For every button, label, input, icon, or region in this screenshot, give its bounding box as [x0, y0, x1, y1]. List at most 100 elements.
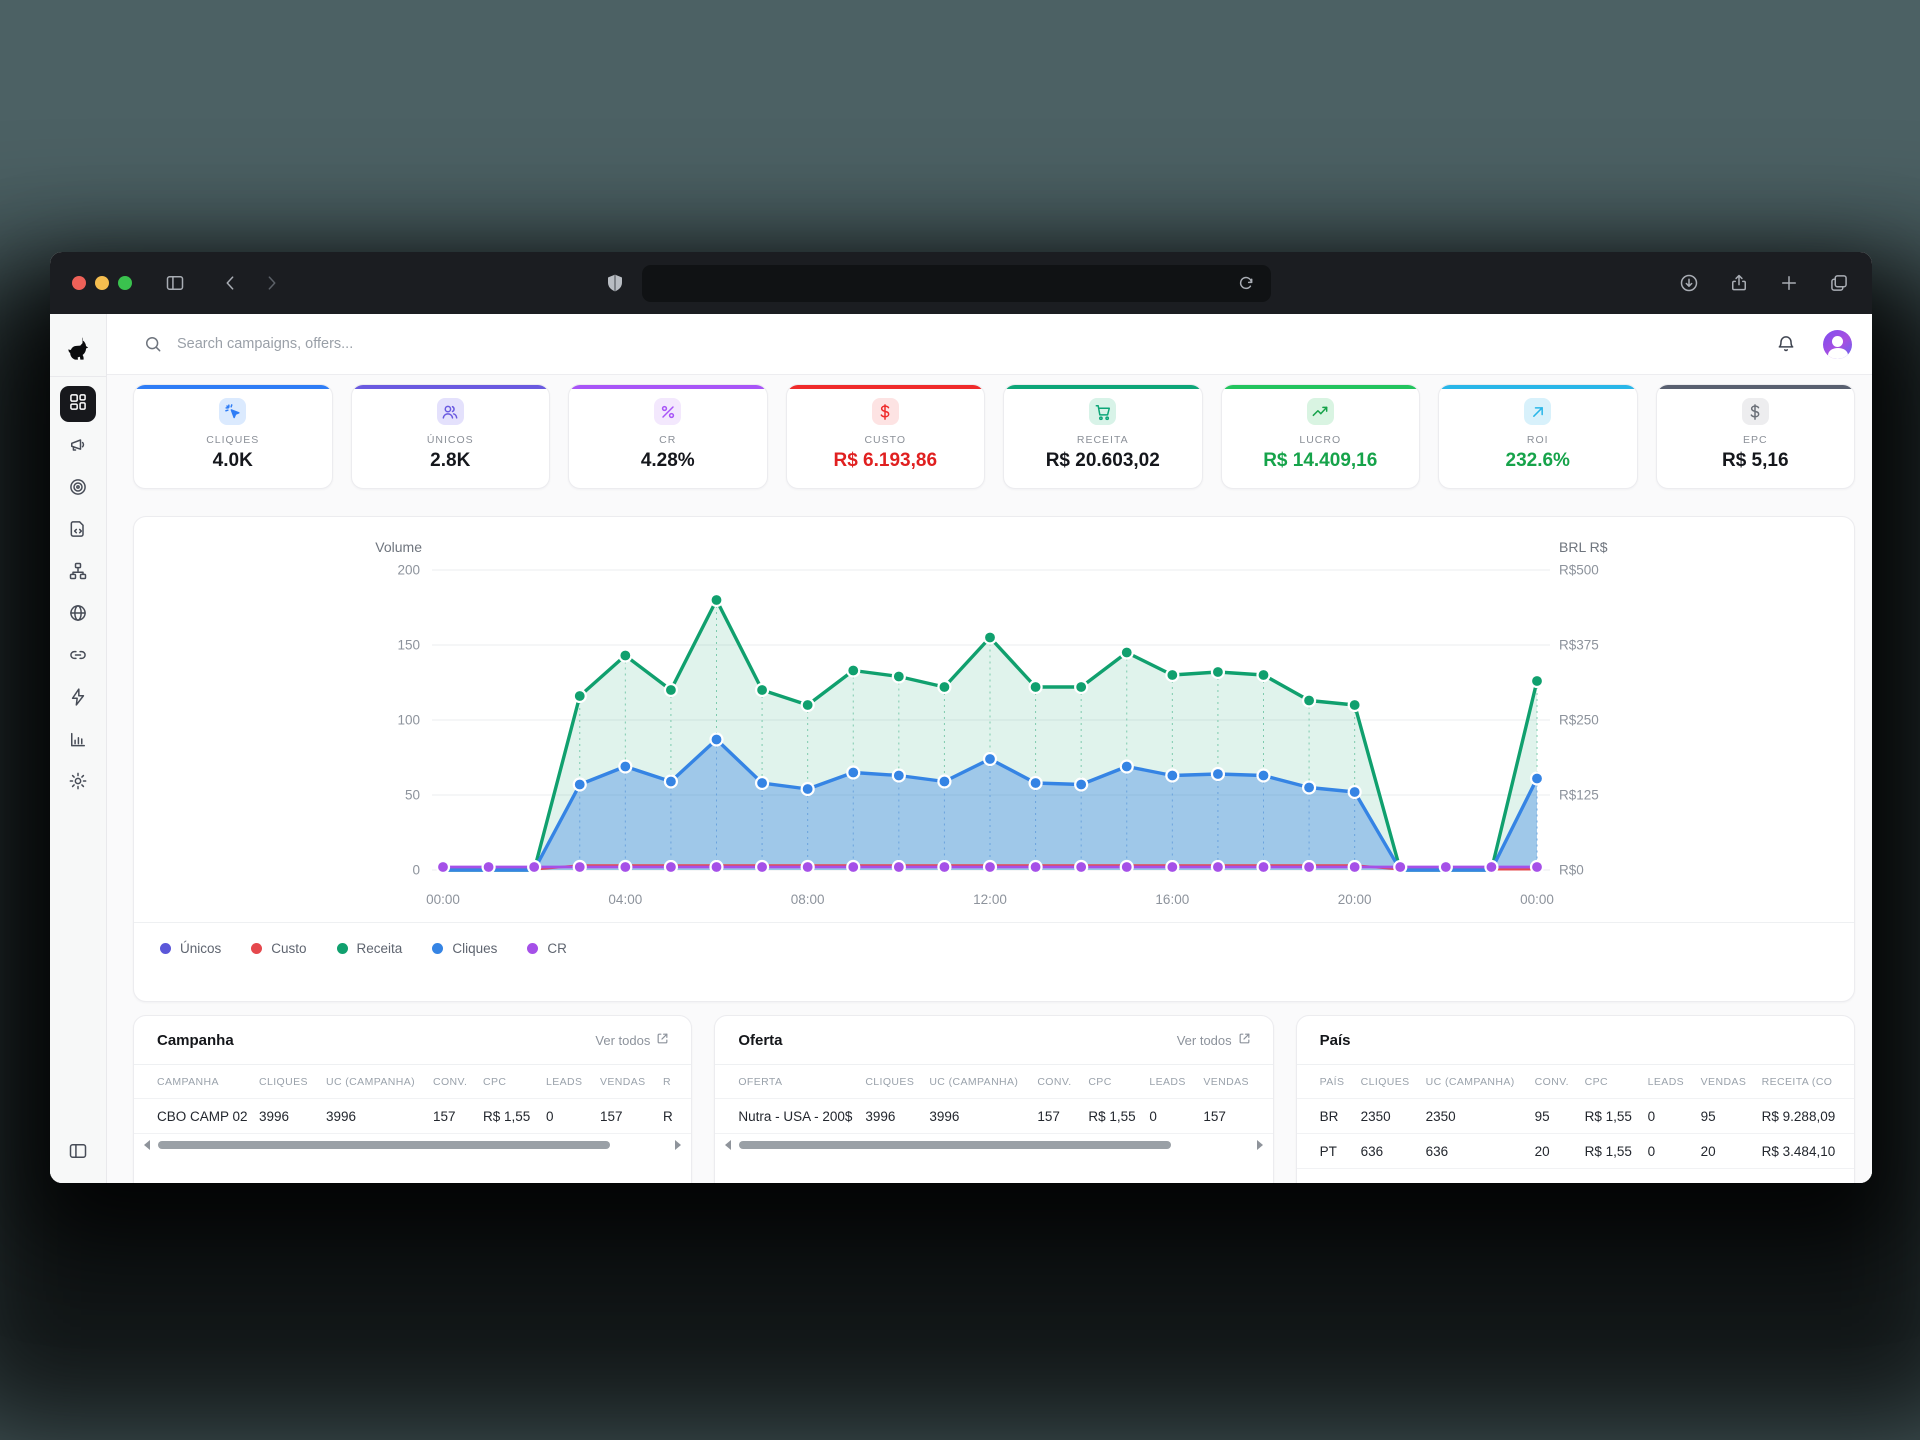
table-row[interactable]: Nutra - USA - 200$39963996157R$ 1,550157: [715, 1099, 1272, 1134]
svg-text:0: 0: [412, 863, 420, 878]
bell-icon[interactable]: [1771, 329, 1801, 359]
scrollbar-thumb[interactable]: [158, 1141, 610, 1149]
scroll-left-arrow[interactable]: [725, 1140, 731, 1150]
column-header: LEADS: [546, 1076, 600, 1088]
downloads-icon[interactable]: [1674, 268, 1704, 298]
table-cell: R$ 9.288,09: [1762, 1109, 1854, 1124]
avatar[interactable]: [1823, 330, 1852, 359]
kpi-accent-bar: [1222, 385, 1420, 389]
horizontal-scrollbar[interactable]: [715, 1134, 1272, 1150]
kpi-card-roi[interactable]: ROI232.6%: [1438, 384, 1638, 489]
address-bar[interactable]: [642, 265, 1271, 302]
kpi-card-cr[interactable]: CR4.28%: [568, 384, 768, 489]
reload-icon[interactable]: [1231, 268, 1261, 298]
scroll-right-arrow[interactable]: [1257, 1140, 1263, 1150]
sidebar-toggle-icon[interactable]: [160, 268, 190, 298]
kpi-label: LUCRO: [1299, 434, 1341, 446]
kpi-row: CLIQUES4.0KÚNICOS2.8KCR4.28% CUSTO R$ 6.19…: [133, 384, 1855, 489]
search-input[interactable]: Search campaigns, offers...: [143, 334, 1771, 354]
kpi-card-cliques[interactable]: CLIQUES4.0K: [133, 384, 333, 489]
svg-text:R$0: R$0: [1559, 863, 1584, 878]
scrollbar-thumb[interactable]: [739, 1141, 1170, 1149]
column-header: LEADS: [1149, 1076, 1203, 1088]
table-row[interactable]: PT63663620R$ 1,55020R$ 3.484,10: [1297, 1134, 1854, 1169]
dog-logo[interactable]: [65, 328, 91, 374]
sidebar-item-links[interactable]: [60, 641, 96, 674]
svg-text:150: 150: [397, 638, 420, 653]
close-window-button[interactable]: [72, 276, 86, 290]
table-cell: R$ 1,55: [1585, 1109, 1648, 1124]
table-card-campanha: CampanhaVer todosCAMPANHACLIQUESUC (CAMP…: [133, 1015, 692, 1183]
kpi-card-epc[interactable]: EPCR$ 5,16: [1656, 384, 1856, 489]
sidebar: [50, 314, 107, 1183]
kpi-card-únicos[interactable]: ÚNICOS2.8K: [351, 384, 551, 489]
kpi-label: CUSTO: [864, 434, 906, 446]
svg-text:08:00: 08:00: [791, 892, 825, 907]
sidebar-item-templates[interactable]: [60, 515, 96, 548]
table-cell: 0: [1648, 1144, 1701, 1159]
table-cell: 2350: [1361, 1109, 1426, 1124]
ver-todos-link[interactable]: Ver todos: [595, 1032, 669, 1048]
legend-item-cliques[interactable]: Cliques: [432, 941, 497, 956]
sidebar-item-flows[interactable]: [60, 557, 96, 590]
sidebar-item-analytics[interactable]: [60, 725, 96, 758]
legend-label: Cliques: [452, 941, 497, 956]
zoom-window-button[interactable]: [118, 276, 132, 290]
legend-item-custo[interactable]: Custo: [251, 941, 306, 956]
column-header: CPC: [483, 1076, 546, 1088]
tab-overview-icon[interactable]: [1824, 268, 1854, 298]
kpi-accent-bar: [1657, 385, 1855, 389]
horizontal-scrollbar[interactable]: [134, 1134, 691, 1150]
table-row[interactable]: BR2350235095R$ 1,55095R$ 9.288,09: [1297, 1099, 1854, 1134]
kpi-card-custo[interactable]: CUSTO R$ 6.193,86: [786, 384, 986, 489]
table-row[interactable]: CBO CAMP 0239963996157R$ 1,550157R: [134, 1099, 691, 1134]
minimize-window-button[interactable]: [95, 276, 109, 290]
legend-item-receita[interactable]: Receita: [337, 941, 403, 956]
kpi-card-receita[interactable]: RECEITAR$ 20.603,02: [1003, 384, 1203, 489]
ver-todos-link[interactable]: Ver todos: [1177, 1032, 1251, 1048]
sidebar-collapse-icon[interactable]: [60, 1134, 96, 1167]
sidebar-item-offers[interactable]: [60, 473, 96, 506]
sidebar-item-campaigns[interactable]: [60, 431, 96, 464]
sidebar-item-domains[interactable]: [60, 599, 96, 632]
back-icon[interactable]: [216, 268, 246, 298]
share-icon[interactable]: [1724, 268, 1754, 298]
sidebar-item-dashboard[interactable]: [60, 386, 96, 422]
kpi-card-lucro[interactable]: LUCROR$ 14.409,16: [1221, 384, 1421, 489]
sidebar-item-automation[interactable]: [60, 683, 96, 716]
link-icon: [68, 645, 88, 670]
trend-up-icon: [1307, 398, 1334, 425]
kpi-accent-bar: [1004, 385, 1202, 389]
table-cell: R$ 1,55: [1088, 1109, 1149, 1124]
svg-text:R$375: R$375: [1559, 638, 1599, 653]
column-header: PAÍS: [1320, 1076, 1361, 1088]
table-cell: CBO CAMP 02: [157, 1109, 259, 1124]
arrow-up-right-icon: [1524, 398, 1551, 425]
privacy-shield-icon[interactable]: [600, 268, 630, 298]
kpi-value: R$ 20.603,02: [1046, 450, 1160, 472]
kpi-value: 4.0K: [213, 450, 253, 472]
legend-item-cr[interactable]: CR: [527, 941, 567, 956]
kpi-value: R$ 6.193,86: [833, 450, 937, 472]
column-header: UC (CAMPANHA): [929, 1076, 1037, 1088]
dollar-icon: [872, 398, 899, 425]
new-tab-icon[interactable]: [1774, 268, 1804, 298]
svg-text:00:00: 00:00: [426, 892, 460, 907]
forward-icon[interactable]: [256, 268, 286, 298]
legend-item-únicos[interactable]: Únicos: [160, 941, 221, 956]
globe-icon: [68, 603, 88, 628]
traffic-chart-card: 0R$050R$125100R$250150R$375200R$500Volum…: [133, 516, 1855, 1002]
scroll-left-arrow[interactable]: [144, 1140, 150, 1150]
column-header: CLIQUES: [259, 1076, 326, 1088]
traffic-chart[interactable]: 0R$050R$125100R$250150R$375200R$500Volum…: [158, 527, 1855, 915]
svg-text:20:00: 20:00: [1338, 892, 1372, 907]
sidebar-item-settings[interactable]: [60, 767, 96, 800]
table-card-oferta: OfertaVer todosOFERTACLIQUESUC (CAMPANHA…: [714, 1015, 1273, 1183]
legend-label: CR: [547, 941, 567, 956]
column-header: LEADS: [1648, 1076, 1701, 1088]
file-code-icon: [68, 519, 88, 544]
scroll-right-arrow[interactable]: [675, 1140, 681, 1150]
search-placeholder: Search campaigns, offers...: [177, 336, 353, 352]
dollar-icon: [1742, 398, 1769, 425]
gear-icon: [68, 771, 88, 796]
